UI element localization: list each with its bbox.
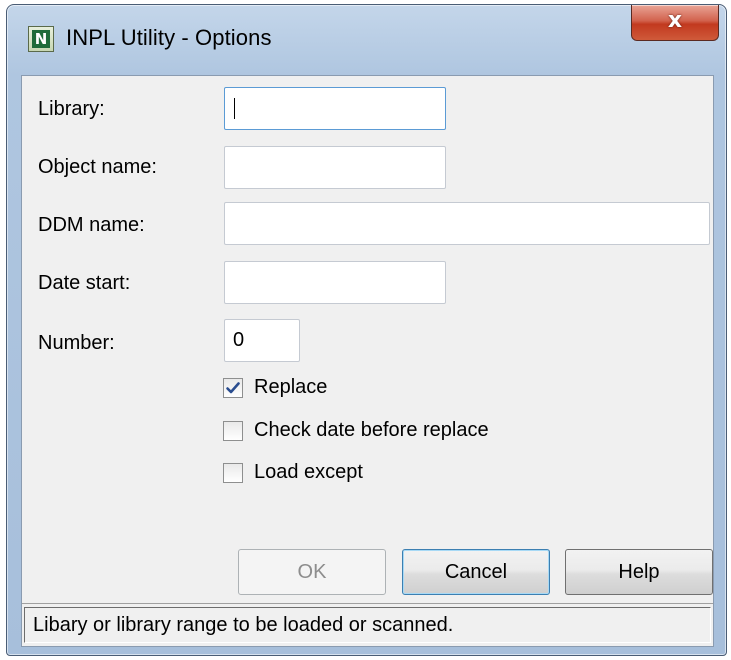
close-icon: x (667, 8, 683, 33)
app-icon-letter: N (32, 30, 50, 48)
cancel-button[interactable]: Cancel (402, 549, 550, 595)
object-name-input[interactable] (224, 146, 446, 189)
status-pane: Libary or library range to be loaded or … (24, 607, 711, 643)
dialog-client-area: Library: Object name: DDM name: Date sta… (21, 75, 714, 647)
title-bar[interactable]: N INPL Utility - Options x (7, 5, 726, 75)
number-input-value: 0 (233, 329, 245, 351)
ddm-name-label: DDM name: (38, 214, 145, 236)
window-title: INPL Utility - Options (66, 25, 272, 50)
object-name-label: Object name: (38, 156, 157, 178)
app-icon: N (28, 26, 54, 52)
library-input[interactable] (224, 87, 446, 130)
date-start-label: Date start: (38, 272, 131, 294)
library-label: Library: (38, 98, 105, 120)
ok-button[interactable]: OK (238, 549, 386, 595)
text-caret (234, 98, 235, 119)
replace-checkbox[interactable] (223, 378, 243, 398)
close-button[interactable]: x (631, 5, 719, 41)
date-start-input[interactable] (224, 261, 446, 304)
check-date-checkbox-label: Check date before replace (254, 419, 489, 441)
number-label: Number: (38, 332, 115, 354)
checkmark-icon (226, 382, 240, 394)
load-except-checkbox[interactable] (223, 463, 243, 483)
number-input[interactable]: 0 (224, 319, 300, 362)
load-except-checkbox-label: Load except (254, 461, 363, 483)
ddm-name-input[interactable] (224, 202, 710, 245)
status-text: Libary or library range to be loaded or … (33, 614, 454, 636)
options-dialog: N INPL Utility - Options x Library: Obje… (6, 4, 727, 656)
replace-checkbox-label: Replace (254, 376, 328, 398)
help-button[interactable]: Help (565, 549, 713, 595)
status-bar: Libary or library range to be loaded or … (22, 603, 713, 646)
check-date-checkbox[interactable] (223, 421, 243, 441)
